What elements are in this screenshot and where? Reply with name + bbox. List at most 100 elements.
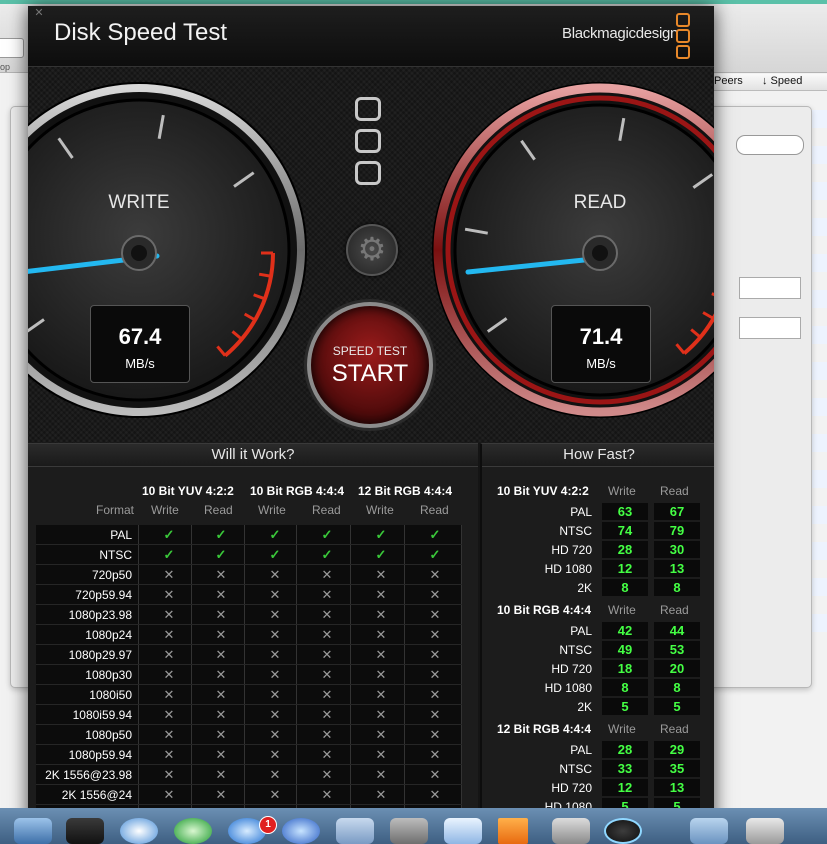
check-icon: ✓ bbox=[375, 547, 387, 562]
write-label: WRITE bbox=[108, 192, 170, 213]
cross-icon: ✕ bbox=[163, 747, 175, 762]
format-label: 2K 1556@23.98 bbox=[45, 768, 132, 782]
background-toolbar-field[interactable] bbox=[0, 38, 24, 58]
how-fast-format-label: PAL bbox=[570, 505, 592, 519]
write-subheader: Write bbox=[608, 603, 636, 617]
read-speed-cell: 13 bbox=[654, 779, 700, 796]
start-button-label: START bbox=[331, 360, 409, 387]
write-speed-cell: 12 bbox=[602, 560, 648, 577]
read-speed-cell: 35 bbox=[654, 760, 700, 777]
how-fast-format-label: PAL bbox=[570, 624, 592, 638]
read-readout: 71.4 MB/s bbox=[551, 305, 651, 383]
cross-icon: ✕ bbox=[163, 667, 175, 682]
read-speed-cell: 29 bbox=[654, 741, 700, 758]
title-bar[interactable]: ✕ Disk Speed Test Blackmagicdesign bbox=[28, 6, 714, 67]
cross-icon: ✕ bbox=[163, 787, 175, 802]
format-label: 720p59.94 bbox=[75, 588, 132, 602]
read-subheader: Read bbox=[312, 503, 341, 517]
check-icon: ✓ bbox=[215, 527, 227, 542]
cross-icon: ✕ bbox=[375, 707, 387, 722]
write-readout: 67.4 MB/s bbox=[90, 305, 190, 383]
how-fast-format-label: NTSC bbox=[559, 643, 592, 657]
read-subheader: Read bbox=[204, 503, 233, 517]
read-speed-unit: MB/s bbox=[586, 356, 616, 371]
cross-icon: ✕ bbox=[215, 767, 227, 782]
cross-icon: ✕ bbox=[321, 667, 333, 682]
format-label: 1080p24 bbox=[85, 628, 132, 642]
cross-icon: ✕ bbox=[215, 707, 227, 722]
cross-icon: ✕ bbox=[215, 727, 227, 742]
format-label: NTSC bbox=[99, 548, 132, 562]
write-speed-cell: 8 bbox=[602, 579, 648, 596]
cross-icon: ✕ bbox=[269, 767, 281, 782]
how-fast-format-label: NTSC bbox=[559, 524, 592, 538]
how-fast-format-label: HD 720 bbox=[551, 781, 592, 795]
app-title: Disk Speed Test bbox=[54, 19, 227, 46]
disk-speed-test-icon[interactable] bbox=[604, 818, 642, 844]
cross-icon: ✕ bbox=[375, 747, 387, 762]
cross-icon: ✕ bbox=[429, 647, 441, 662]
finder-icon[interactable] bbox=[14, 818, 52, 844]
cross-icon: ✕ bbox=[269, 727, 281, 742]
peers-column-header[interactable]: Peers bbox=[714, 75, 743, 87]
how-fast-format-label: NTSC bbox=[559, 762, 592, 776]
itunes-icon[interactable] bbox=[282, 818, 320, 844]
vlc-icon[interactable] bbox=[498, 818, 528, 844]
cross-icon: ✕ bbox=[429, 607, 441, 622]
cross-icon: ✕ bbox=[269, 627, 281, 642]
cross-icon: ✕ bbox=[163, 627, 175, 642]
table-row-divider bbox=[36, 704, 462, 705]
close-button[interactable]: ✕ bbox=[34, 8, 44, 19]
cross-icon: ✕ bbox=[163, 727, 175, 742]
format-label: 2K 1556@24 bbox=[61, 788, 132, 802]
disk-utility-icon[interactable] bbox=[552, 818, 590, 844]
cross-icon: ✕ bbox=[321, 767, 333, 782]
read-speed-cell: 5 bbox=[654, 698, 700, 715]
write-speed-cell: 33 bbox=[602, 760, 648, 777]
settings-button[interactable]: ⚙ bbox=[346, 224, 398, 276]
table-row-divider bbox=[36, 624, 462, 625]
group-header: 10 Bit RGB 4:4:4 bbox=[250, 484, 345, 498]
write-speed-cell: 42 bbox=[602, 622, 648, 639]
cross-icon: ✕ bbox=[215, 567, 227, 582]
cross-icon: ✕ bbox=[163, 567, 175, 582]
downloads-folder-icon[interactable] bbox=[690, 818, 728, 844]
start-button[interactable]: SPEED TEST START bbox=[307, 302, 433, 428]
table-row-divider bbox=[36, 744, 462, 745]
check-icon: ✓ bbox=[163, 527, 175, 542]
how-fast-format-label: 2K bbox=[577, 581, 592, 595]
how-fast-format-label: HD 720 bbox=[551, 662, 592, 676]
trash-icon[interactable] bbox=[746, 818, 784, 844]
cross-icon: ✕ bbox=[163, 587, 175, 602]
cross-icon: ✕ bbox=[269, 747, 281, 762]
read-speed-cell: 30 bbox=[654, 541, 700, 558]
cross-icon: ✕ bbox=[269, 567, 281, 582]
gauge-redzone-tick bbox=[258, 272, 272, 278]
will-it-work-panel: Will it Work? 10 Bit YUV 4:2:2 10 Bit RG… bbox=[28, 443, 478, 844]
format-label: 1080p50 bbox=[85, 728, 132, 742]
cross-icon: ✕ bbox=[269, 607, 281, 622]
check-icon: ✓ bbox=[321, 547, 333, 562]
speed-column-header[interactable]: ↓ Speed bbox=[762, 75, 802, 87]
how-fast-group-header: 10 Bit YUV 4:2:2 bbox=[497, 484, 589, 498]
table-row-divider bbox=[36, 604, 462, 605]
write-speed-unit: MB/s bbox=[125, 356, 155, 371]
cross-icon: ✕ bbox=[429, 627, 441, 642]
safari-icon[interactable] bbox=[120, 818, 158, 844]
background-field[interactable] bbox=[739, 277, 801, 299]
cross-icon: ✕ bbox=[215, 607, 227, 622]
read-speed-cell: 8 bbox=[654, 679, 700, 696]
torrent-app-icon[interactable] bbox=[174, 818, 212, 844]
preview-icon[interactable] bbox=[444, 818, 482, 844]
background-field[interactable] bbox=[739, 317, 801, 339]
write-speed-cell: 12 bbox=[602, 779, 648, 796]
system-preferences-icon[interactable] bbox=[390, 818, 428, 844]
write-speed-cell: 18 bbox=[602, 660, 648, 677]
cross-icon: ✕ bbox=[429, 567, 441, 582]
background-search-field[interactable] bbox=[736, 135, 804, 155]
mail-icon[interactable] bbox=[336, 818, 374, 844]
write-subheader: Write bbox=[258, 503, 286, 517]
activity-monitor-icon[interactable] bbox=[66, 818, 104, 844]
table-row-divider bbox=[36, 544, 462, 545]
read-subheader: Read bbox=[420, 503, 449, 517]
